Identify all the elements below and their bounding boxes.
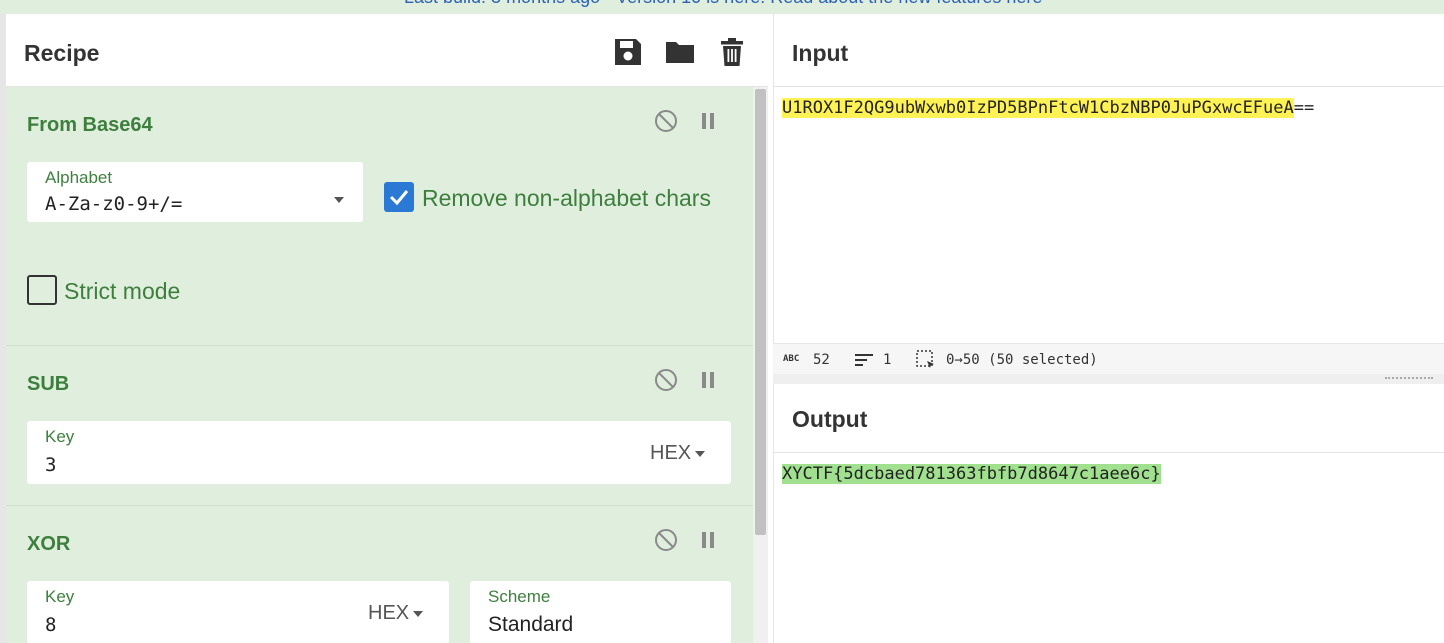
remove-non-alphabet-label[interactable]: Remove non-alphabet chars (422, 185, 711, 212)
key-format-dropdown[interactable]: HEX (368, 602, 424, 625)
key-value[interactable]: 8 (45, 614, 56, 636)
input-remaining-text: == (1293, 98, 1315, 118)
breakpoint-icon[interactable] (696, 368, 720, 392)
input-status-bar: ABC 52 1 0→50 (50 selected) (773, 343, 1444, 374)
output-header: Output (773, 384, 1444, 453)
xor-scheme-select[interactable]: Scheme Standard (470, 581, 731, 643)
caret-down-icon (695, 450, 706, 457)
operation-title: XOR (27, 533, 71, 555)
top-banner: Last build: 3 months ago - Version 10 is… (0, 0, 1444, 14)
remove-non-alphabet-checkbox[interactable] (384, 182, 414, 212)
operation-title: SUB (27, 373, 70, 395)
breakpoint-icon[interactable] (696, 528, 720, 552)
output-textarea[interactable]: XYCTF{5dcbaed781363fbfb7d8647c1aee6c} (782, 464, 1161, 484)
recipe-header: Recipe (6, 14, 768, 87)
breakpoint-icon[interactable] (696, 109, 720, 133)
input-header: Input (773, 14, 1444, 87)
key-format-dropdown[interactable]: HEX (650, 442, 706, 465)
operation-title: From Base64 (27, 114, 153, 136)
strict-mode-checkbox[interactable] (27, 275, 57, 305)
key-format-label: HEX (368, 602, 410, 624)
trash-icon[interactable] (716, 36, 748, 68)
scheme-label: Scheme (488, 587, 551, 606)
input-selected-text: U1ROX1F2QG9ubWxwb0IzPD5BPnFtcW1CbzNBP0Ju… (782, 98, 1294, 118)
disable-icon[interactable] (654, 368, 678, 392)
output-title: Output (792, 406, 868, 432)
alphabet-select[interactable]: Alphabet A-Za-z0-9+/= (27, 162, 363, 222)
io-panel: Input U1ROX1F2QG9ubWxwb0IzPD5BPnFtcW1Cbz… (773, 14, 1444, 643)
alphabet-value: A-Za-z0-9+/= (45, 193, 183, 215)
banner-text[interactable]: Last build: 3 months ago - Version 10 is… (404, 0, 1042, 8)
alphabet-label: Alphabet (45, 168, 113, 187)
input-length: 52 (813, 352, 830, 368)
xor-key-field[interactable]: Key 8 HEX (27, 581, 449, 643)
save-icon[interactable] (612, 36, 644, 68)
lines-icon (855, 354, 873, 366)
resize-grip-icon[interactable] (1385, 377, 1433, 380)
strict-mode-label[interactable]: Strict mode (64, 278, 180, 305)
recipe-scrollbar[interactable] (753, 87, 768, 643)
chevron-down-icon (334, 189, 344, 208)
pane-resize-divider[interactable] (773, 374, 1444, 384)
disable-icon[interactable] (654, 109, 678, 133)
key-label: Key (45, 587, 75, 606)
abc-icon: ABC (783, 354, 800, 364)
caret-down-icon (413, 610, 424, 617)
key-format-label: HEX (650, 442, 692, 464)
recipe-title: Recipe (24, 40, 100, 66)
sub-key-field[interactable]: Key 3 HEX (27, 421, 731, 484)
input-title: Input (792, 40, 849, 66)
input-lines: 1 (883, 352, 892, 368)
input-selection: 0→50 (50 selected) (946, 352, 1098, 368)
disable-icon[interactable] (654, 528, 678, 552)
checkmark-icon (389, 190, 409, 206)
recipe-panel: Recipe From Base64 Alphabet A-Za-z0-9+/=… (0, 14, 768, 643)
scheme-value: Standard (488, 613, 574, 636)
key-value[interactable]: 3 (45, 454, 56, 476)
output-text: XYCTF{5dcbaed781363fbfb7d8647c1aee6c} (782, 464, 1161, 484)
operation-from-base64[interactable]: From Base64 Alphabet A-Za-z0-9+/= Remove… (6, 87, 753, 346)
operation-xor[interactable]: XOR Key 8 HEX Scheme Standard (6, 506, 753, 643)
folder-icon[interactable] (664, 36, 696, 68)
recipe-operations: From Base64 Alphabet A-Za-z0-9+/= Remove… (6, 87, 753, 643)
input-textarea[interactable]: U1ROX1F2QG9ubWxwb0IzPD5BPnFtcW1CbzNBP0Ju… (782, 98, 1314, 118)
recipe-scrollbar-thumb[interactable] (755, 89, 766, 535)
key-label: Key (45, 427, 75, 446)
operation-sub[interactable]: SUB Key 3 HEX (6, 346, 753, 506)
selection-icon (916, 350, 934, 368)
